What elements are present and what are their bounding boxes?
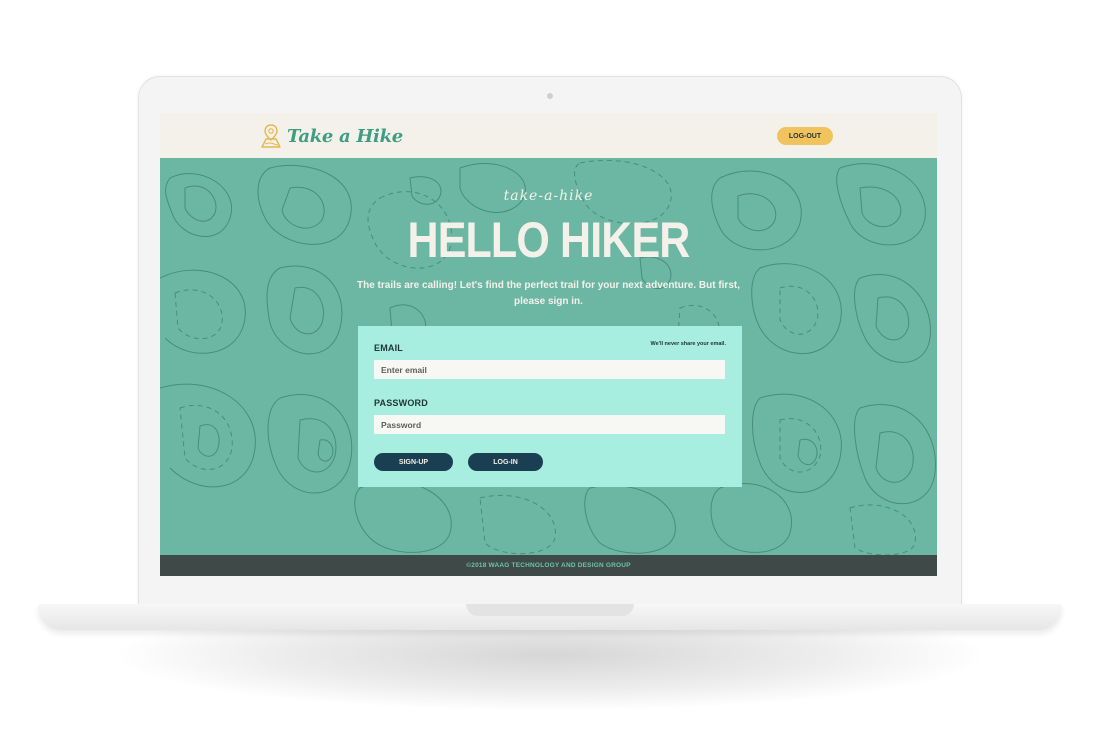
page-title: HELLO HIKER — [407, 212, 691, 268]
webcam-dot — [547, 93, 553, 99]
logout-button[interactable]: LOG-OUT — [777, 127, 833, 145]
hero-subtitle: The trails are calling! Let's find the p… — [356, 280, 740, 307]
signup-button[interactable]: SIGN-UP — [374, 453, 453, 471]
login-form: EMAIL We'll never share your email. PASS… — [358, 326, 742, 487]
email-privacy-note: We'll never share your email. — [650, 341, 727, 347]
email-label: EMAIL — [374, 343, 403, 353]
laptop-base-notch — [466, 604, 634, 616]
top-navbar: Take a Hike LOG-OUT — [160, 113, 937, 158]
password-label: PASSWORD — [374, 398, 428, 408]
hero-section: take-a-hike HELLO HIKER The trails are c… — [160, 158, 937, 555]
brand-logo[interactable]: Take a Hike — [260, 122, 403, 150]
password-field[interactable] — [374, 415, 725, 434]
email-field[interactable] — [374, 360, 725, 379]
map-pin-icon — [261, 124, 281, 148]
script-title: take-a-hike — [503, 188, 594, 204]
brand-name: Take a Hike — [287, 125, 403, 147]
login-button[interactable]: LOG-IN — [468, 453, 543, 471]
footer-copyright: ©2018 WAAG TECHNOLOGY AND DESIGN GROUP — [160, 555, 937, 576]
laptop-screen: Take a Hike LOG-OUT take-a-hike HELLO HI… — [160, 113, 937, 576]
